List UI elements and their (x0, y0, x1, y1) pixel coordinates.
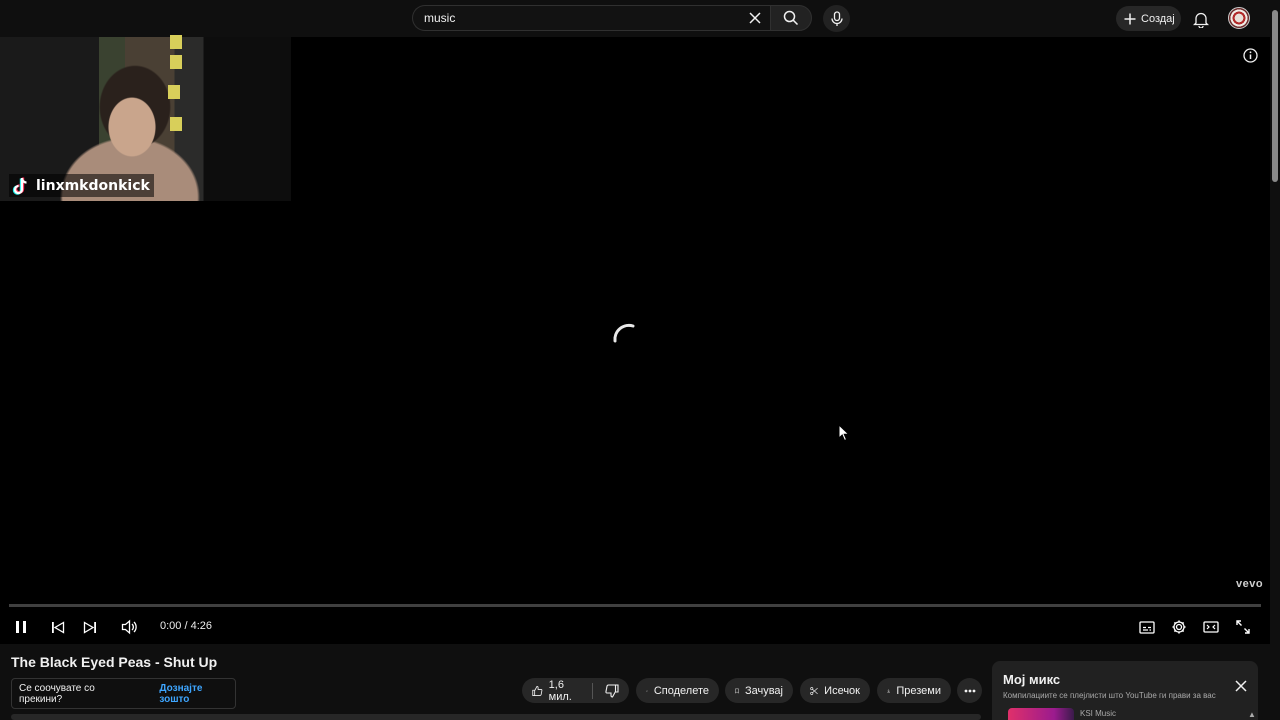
sticky-note (170, 35, 182, 49)
webcam-overlay: linxmkdonkick (0, 35, 291, 201)
subtitles-icon (1139, 620, 1155, 634)
clip-label: Исечок (824, 684, 860, 697)
plus-icon (1124, 13, 1136, 24)
clip-button[interactable]: Исечок (800, 678, 870, 703)
scrollbar-thumb[interactable] (1272, 10, 1278, 182)
theater-mode-button[interactable] (1199, 615, 1223, 639)
mix-item-channel: KSI Music (1080, 709, 1117, 718)
toast-learn-more-link[interactable]: Дознајте зошто (159, 683, 235, 705)
video-player[interactable]: linxmkdonkick vevo 0:00 / 4:26 (0, 35, 1270, 644)
webcam-username-badge: linxmkdonkick (9, 174, 154, 197)
close-icon (1235, 680, 1247, 692)
bell-icon (1193, 12, 1209, 28)
time-total: 4:26 (190, 620, 213, 632)
like-count: 1,6 мил. (548, 678, 572, 703)
share-button[interactable]: Споделете (636, 678, 719, 703)
mix-item-thumbnail[interactable] (1008, 708, 1074, 720)
like-icon (532, 685, 543, 696)
search-query[interactable]: music (424, 11, 455, 25)
toast-message: Се соочувате со прекини? (19, 682, 95, 705)
theater-icon (1203, 621, 1219, 633)
sticky-note (168, 85, 180, 99)
next-button[interactable] (78, 615, 102, 639)
download-button[interactable]: Преземи (877, 678, 951, 703)
vevo-watermark: vevo (1236, 578, 1264, 590)
account-avatar[interactable] (1228, 7, 1250, 29)
mix-close-button[interactable] (1232, 677, 1250, 695)
clip-icon (810, 686, 818, 695)
sticky-note (170, 55, 182, 69)
create-button[interactable]: Создај (1116, 6, 1181, 31)
download-label: Преземи (896, 684, 941, 697)
fullscreen-button[interactable] (1231, 615, 1255, 639)
progress-bar[interactable] (9, 604, 1261, 607)
previous-button[interactable] (46, 615, 70, 639)
search-input[interactable]: music (412, 5, 770, 31)
more-actions-button[interactable] (957, 678, 982, 703)
fullscreen-icon (1236, 620, 1250, 634)
mix-subtitle: Компилациите се плејлисти што YouTube ги… (1003, 691, 1216, 700)
masthead: music Создај (0, 0, 1270, 37)
time-separator: / (184, 620, 188, 632)
connection-toast: Се соочувате со прекини? Дознајте зошто (11, 678, 236, 709)
info-icon (1242, 47, 1258, 63)
tiktok-icon (12, 177, 27, 195)
video-info-button[interactable] (1241, 46, 1259, 64)
voice-search-button[interactable] (823, 5, 850, 32)
next-icon (83, 620, 96, 634)
save-button[interactable]: Зачувај (725, 678, 793, 703)
share-label: Споделете (653, 684, 709, 697)
settings-icon (1172, 620, 1186, 634)
clear-search-button[interactable] (746, 9, 764, 27)
pause-icon (16, 621, 26, 633)
like-dislike-group: 1,6 мил. (522, 678, 629, 703)
webcam-username: linxmkdonkick (36, 177, 150, 194)
mouse-cursor-icon (838, 424, 850, 442)
chevron-up-icon[interactable]: ▲ (1248, 710, 1256, 719)
description-box[interactable] (11, 714, 981, 720)
previous-icon (52, 620, 65, 634)
divider (592, 682, 593, 699)
video-title: The Black Eyed Peas - Shut Up (11, 654, 218, 670)
more-icon (964, 689, 975, 692)
settings-button[interactable] (1167, 615, 1191, 639)
clear-icon (749, 12, 761, 24)
search-button[interactable] (770, 5, 812, 31)
save-icon (735, 688, 739, 694)
page-scrollbar[interactable] (1270, 0, 1280, 720)
search-icon (783, 10, 799, 26)
mix-playlist-panel: Мој микс Компилациите се плејлисти што Y… (992, 661, 1258, 720)
loading-spinner-icon (613, 323, 635, 343)
mic-icon (830, 10, 843, 26)
notifications-button[interactable] (1189, 7, 1213, 31)
volume-button[interactable] (118, 615, 142, 639)
pause-button[interactable] (9, 615, 33, 639)
mix-title: Мој микс (1003, 672, 1061, 687)
dislike-button[interactable] (605, 683, 619, 698)
dislike-icon (605, 683, 619, 698)
time-current: 0:00 (160, 620, 182, 632)
volume-icon (121, 619, 137, 635)
save-label: Зачувај (744, 684, 783, 697)
create-label: Создај (1141, 12, 1175, 25)
share-icon (646, 689, 648, 692)
sticky-note (170, 117, 182, 131)
like-button[interactable]: 1,6 мил. (532, 679, 580, 703)
download-icon (887, 688, 891, 693)
time-display: 0:00 / 4:26 (160, 620, 212, 632)
subtitles-button[interactable] (1135, 615, 1159, 639)
player-controls: 0:00 / 4:26 (0, 611, 1270, 644)
